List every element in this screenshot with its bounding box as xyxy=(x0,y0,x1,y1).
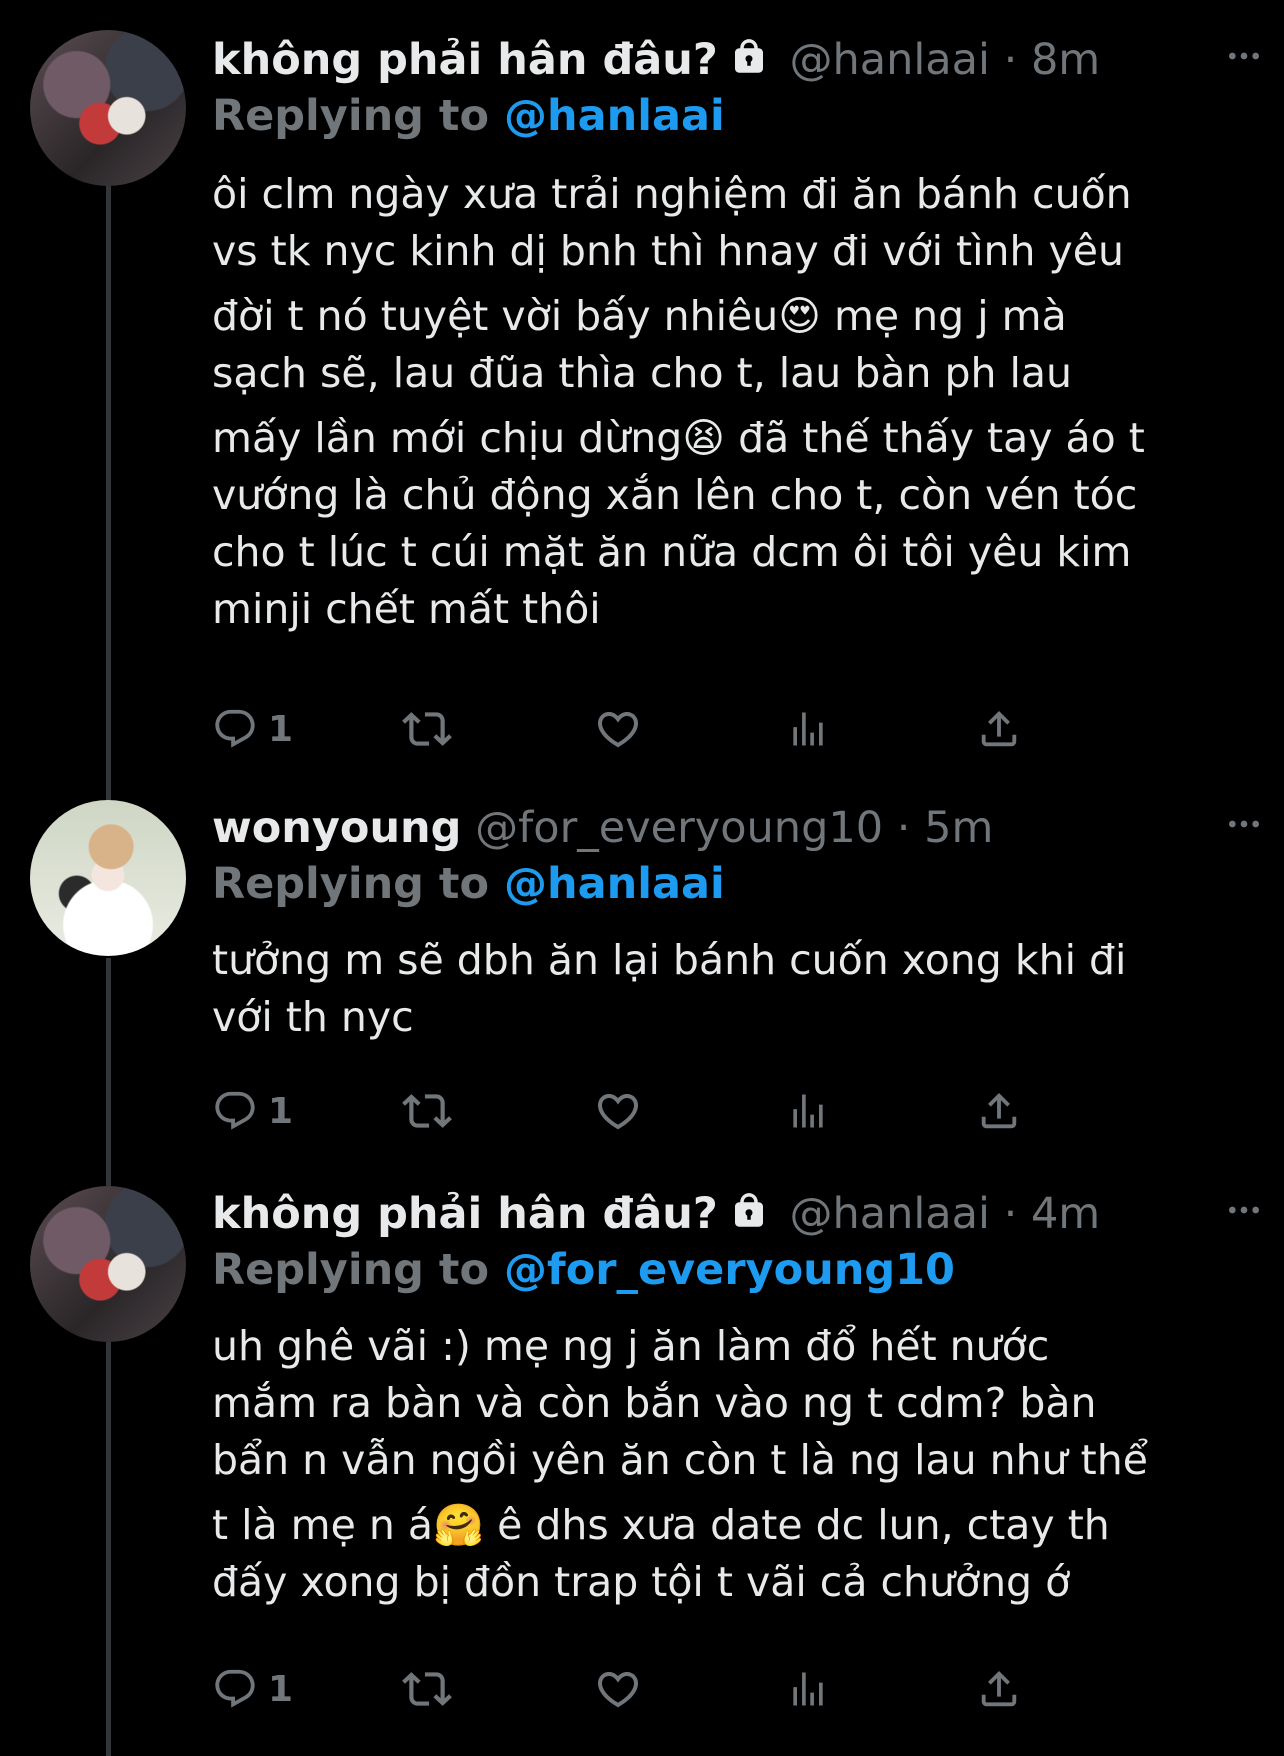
text-line: với th nyc xyxy=(212,993,414,1041)
reply-count: 1 xyxy=(268,708,294,750)
tweet-header: không phải hân đâu? @hanlaai · 4m xyxy=(212,1186,1100,1242)
display-name[interactable]: wonyoung xyxy=(212,803,461,853)
views-button[interactable] xyxy=(786,704,830,754)
replying-to-link[interactable]: @hanlaai xyxy=(504,859,725,909)
separator-dot: · xyxy=(1003,35,1018,85)
share-button[interactable] xyxy=(976,1086,1022,1136)
replying-to-link[interactable]: @hanlaai xyxy=(504,91,725,141)
text-line: cho t lúc t cúi mặt ăn nữa dcm ôi tôi yê… xyxy=(212,528,1132,576)
text-line: vs tk nyc kinh dị bnh thì hnay đi với tì… xyxy=(212,227,1124,275)
replying-prefix: Replying to xyxy=(212,1245,490,1295)
like-button[interactable] xyxy=(594,704,642,754)
tweet-actions: 1 xyxy=(212,1664,1112,1714)
text-line: uh ghê vãi :) mẹ ng j ăn làm đổ hết nước xyxy=(212,1322,1050,1370)
thread-line xyxy=(106,168,111,800)
retweet-button[interactable] xyxy=(402,1664,452,1714)
reply-count: 1 xyxy=(268,1090,294,1132)
replying-prefix: Replying to xyxy=(212,91,490,141)
replying-to: Replying to @hanlaai xyxy=(212,856,725,912)
tweet-actions: 1 xyxy=(212,1086,1112,1136)
heart-icon xyxy=(594,705,642,753)
retweet-button[interactable] xyxy=(402,1086,452,1136)
tweet-header: không phải hân đâu? @hanlaai · 8m xyxy=(212,32,1100,88)
lock-icon xyxy=(728,36,770,78)
views-button[interactable] xyxy=(786,1664,830,1714)
more-icon[interactable] xyxy=(1224,804,1264,844)
share-icon xyxy=(976,1088,1022,1134)
views-icon xyxy=(786,1089,830,1133)
avatar[interactable] xyxy=(30,30,186,186)
separator-dot: · xyxy=(896,803,911,853)
reply-button[interactable]: 1 xyxy=(212,704,293,754)
heart-icon xyxy=(594,1665,642,1713)
tweet-text: tưởng m sẽ dbh ăn lại bánh cuốn xong khi… xyxy=(212,932,1126,1046)
text-line: bẩn n vẫn ngồi yên ăn còn t là ng lau nh… xyxy=(212,1436,1148,1484)
tweet-text: uh ghê vãi :) mẹ ng j ăn làm đổ hết nước… xyxy=(212,1318,1148,1611)
text-line: đấy xong bị đồn trap tội t vãi cả chưởng… xyxy=(212,1558,1071,1606)
reply-count: 1 xyxy=(268,1668,294,1710)
text-line: đời t nó tuyệt vời bấy nhiêu😍 mẹ ng j mà xyxy=(212,292,1067,340)
user-handle[interactable]: @for_everyoung10 xyxy=(475,803,883,853)
replying-to: Replying to @hanlaai xyxy=(212,88,725,144)
text-line: t là mẹ n á🤗 ê dhs xưa date dc lun, ctay… xyxy=(212,1501,1110,1549)
timestamp[interactable]: 8m xyxy=(1031,35,1100,85)
timestamp[interactable]: 5m xyxy=(924,803,993,853)
thread-line xyxy=(106,958,111,1186)
text-line: mắm ra bàn và còn bắn vào ng t cdm? bàn xyxy=(212,1379,1097,1427)
reply-icon xyxy=(212,1088,258,1134)
tweet-text: ôi clm ngày xưa trải nghiệm đi ăn bánh c… xyxy=(212,166,1145,638)
views-icon xyxy=(786,707,830,751)
reply-icon xyxy=(212,706,258,752)
heart-icon xyxy=(594,1087,642,1135)
share-icon xyxy=(976,706,1022,752)
retweet-icon xyxy=(402,704,452,754)
like-button[interactable] xyxy=(594,1086,642,1136)
reply-button[interactable]: 1 xyxy=(212,1086,293,1136)
retweet-icon xyxy=(402,1664,452,1714)
retweet-button[interactable] xyxy=(402,704,452,754)
display-name[interactable]: không phải hân đâu? xyxy=(212,35,718,85)
reply-button[interactable]: 1 xyxy=(212,1664,293,1714)
tweet-actions: 1 xyxy=(212,704,1112,754)
timestamp[interactable]: 4m xyxy=(1031,1189,1100,1239)
text-line: tưởng m sẽ dbh ăn lại bánh cuốn xong khi… xyxy=(212,936,1127,984)
avatar[interactable] xyxy=(30,800,186,956)
text-line: minji chết mất thôi xyxy=(212,585,601,633)
text-line: vướng là chủ động xắn lên cho t, còn vén… xyxy=(212,471,1138,519)
thread-line xyxy=(106,1342,111,1756)
views-button[interactable] xyxy=(786,1086,830,1136)
more-icon[interactable] xyxy=(1224,1190,1264,1230)
retweet-icon xyxy=(402,1086,452,1136)
share-button[interactable] xyxy=(976,1664,1022,1714)
text-line: sạch sẽ, lau đũa thìa cho t, lau bàn ph … xyxy=(212,349,1073,397)
more-icon[interactable] xyxy=(1224,36,1264,76)
share-button[interactable] xyxy=(976,704,1022,754)
tweet-header: wonyoung @for_everyoung10 · 5m xyxy=(212,800,993,856)
text-line: mấy lần mới chịu dừng😫 đã thế thấy tay á… xyxy=(212,414,1145,462)
like-button[interactable] xyxy=(594,1664,642,1714)
user-handle[interactable]: @hanlaai xyxy=(789,1189,989,1239)
user-handle[interactable]: @hanlaai xyxy=(789,35,989,85)
display-name[interactable]: không phải hân đâu? xyxy=(212,1189,718,1239)
reply-icon xyxy=(212,1666,258,1712)
views-icon xyxy=(786,1667,830,1711)
text-line: ôi clm ngày xưa trải nghiệm đi ăn bánh c… xyxy=(212,170,1132,218)
replying-to: Replying to @for_everyoung10 xyxy=(212,1242,955,1298)
separator-dot: · xyxy=(1003,1189,1018,1239)
replying-to-link[interactable]: @for_everyoung10 xyxy=(504,1245,955,1295)
lock-icon xyxy=(728,1190,770,1232)
share-icon xyxy=(976,1666,1022,1712)
replying-prefix: Replying to xyxy=(212,859,490,909)
avatar[interactable] xyxy=(30,1186,186,1342)
